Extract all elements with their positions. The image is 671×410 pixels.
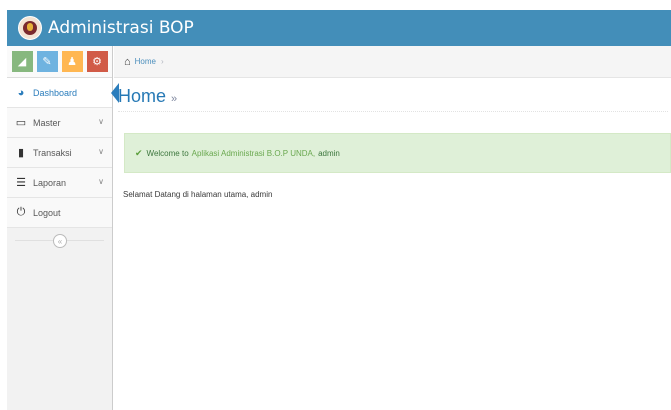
welcome-alert: ✔ Welcome to Aplikasi Administrasi B.O.P… (124, 133, 671, 173)
sidebar-item-label: Dashboard (33, 87, 78, 98)
signal-icon[interactable]: ◢ (11, 51, 33, 72)
chevron-down-icon: ∨ (98, 177, 104, 186)
check-icon: ✔ (135, 147, 143, 158)
sidebar-item-master[interactable]: ▭ Master ∨ (7, 108, 112, 138)
chevron-down-icon: ∨ (98, 117, 104, 126)
sidebar-item-label: Master (33, 117, 61, 128)
sidebar-item-laporan[interactable]: ☰ Laporan ∨ (7, 168, 112, 198)
top-navbar: Administrasi BOP (7, 10, 671, 46)
breadcrumb-separator: › (161, 57, 164, 66)
dashboard-icon: ◕ (17, 86, 25, 99)
sidebar-item-label: Laporan (33, 177, 67, 188)
cogs-icon[interactable]: ⚙ (86, 51, 108, 72)
university-logo-icon (18, 16, 42, 40)
desktop-icon: ▭ (15, 117, 27, 129)
sidebar-item-dashboard[interactable]: ◕ Dashboard (7, 78, 119, 108)
group-icon[interactable]: ♟ (61, 51, 83, 72)
chevron-down-icon: ∨ (98, 147, 104, 156)
sidebar-collapse: « (7, 228, 112, 254)
breadcrumb: ⌂ Home › (114, 46, 671, 78)
sidebar-item-label: Logout (33, 207, 61, 218)
sidebar-item-logout[interactable]: ⏻ Logout (7, 198, 112, 228)
welcome-message: Selamat Datang di halaman utama, admin (123, 190, 273, 199)
list-icon: ☰ (16, 177, 26, 189)
home-icon[interactable]: ⌂ (124, 56, 131, 68)
sidebar-item-transaksi[interactable]: ▮ Transaksi ∨ (7, 138, 112, 168)
double-angle-right-icon: » (171, 92, 178, 105)
breadcrumb-home-link[interactable]: Home (135, 57, 156, 66)
collapse-sidebar-icon[interactable]: « (53, 234, 67, 248)
power-icon: ⏻ (16, 206, 26, 218)
pencil-icon[interactable]: ✎ (36, 51, 58, 72)
app-title[interactable]: Administrasi BOP (48, 18, 194, 38)
alert-user: admin (318, 148, 340, 158)
book-icon: ▮ (17, 147, 25, 159)
page-header: Home » (118, 82, 668, 112)
alert-prefix: Welcome to (146, 148, 189, 158)
sidebar-item-label: Transaksi (33, 147, 72, 158)
page-title: Home (118, 86, 167, 106)
sidebar: ◢ ✎ ♟ ⚙ ◕ Dashboard ▭ Master ∨ ▮ Transak… (7, 46, 119, 410)
alert-app-name: Aplikasi Administrasi B.O.P UNDA, (191, 148, 316, 158)
sidebar-shortcuts: ◢ ✎ ♟ ⚙ (7, 46, 112, 78)
